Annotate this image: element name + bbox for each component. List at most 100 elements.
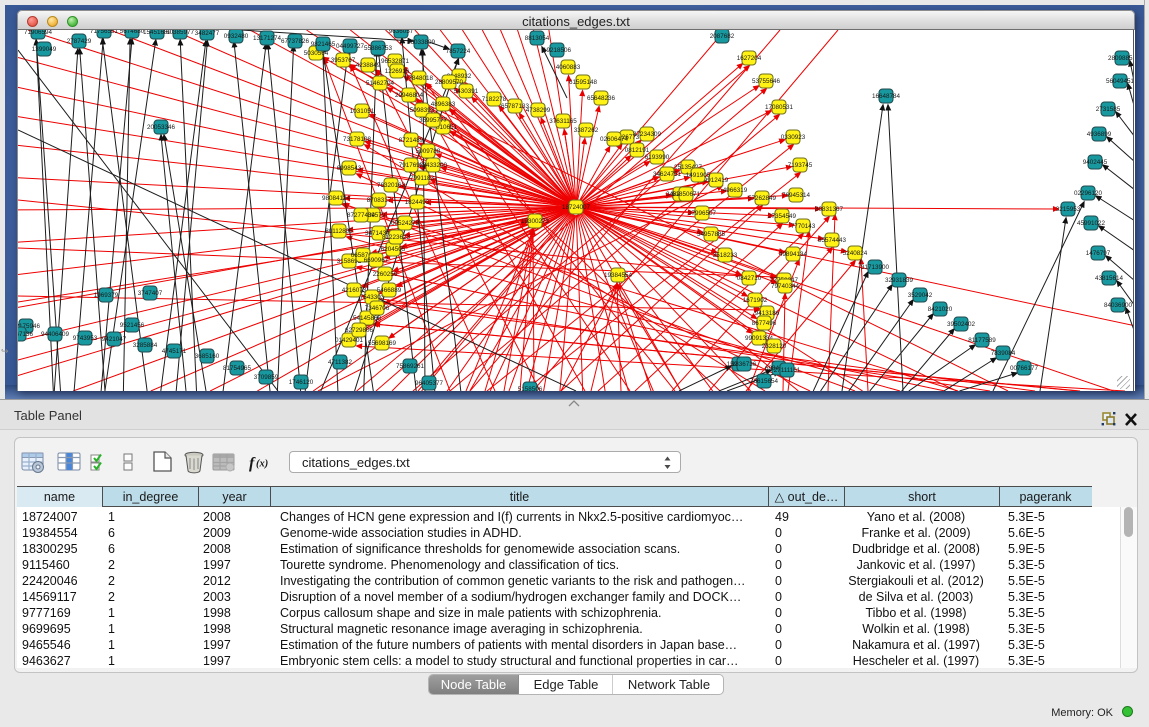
svg-text:01429401: 01429401 [335, 337, 364, 344]
svg-text:28098851: 28098851 [1108, 55, 1134, 62]
svg-text:8677496: 8677496 [752, 320, 777, 327]
svg-text:3387262: 3387262 [574, 127, 599, 134]
svg-text:1627204: 1627204 [737, 55, 762, 62]
svg-text:34624751: 34624751 [653, 171, 682, 178]
svg-text:45991022: 45991022 [1077, 220, 1106, 227]
svg-text:3747407: 3747407 [138, 290, 163, 297]
svg-text:34957885: 34957885 [697, 231, 726, 238]
svg-text:4060883: 4060883 [556, 64, 581, 71]
svg-text:71906594: 71906594 [24, 30, 53, 36]
svg-text:80831367: 80831367 [815, 206, 844, 213]
svg-text:51850671: 51850671 [672, 191, 701, 198]
svg-text:74367136: 74367136 [18, 331, 33, 338]
svg-text:67737826: 67737826 [281, 38, 310, 45]
svg-text:55698169: 55698169 [368, 340, 397, 347]
svg-text:7991183: 7991183 [410, 175, 435, 182]
svg-text:96405377: 96405377 [415, 380, 444, 387]
svg-text:4738299: 4738299 [526, 107, 551, 114]
svg-text:5430391: 5430391 [454, 88, 479, 95]
svg-text:7839084: 7839084 [991, 350, 1016, 357]
svg-text:1476797: 1476797 [1086, 250, 1111, 257]
svg-text:5466889: 5466889 [377, 287, 402, 294]
svg-text:4238849: 4238849 [356, 62, 381, 69]
svg-text:5158506: 5158506 [518, 386, 543, 391]
svg-text:6998543: 6998543 [337, 165, 362, 172]
svg-text:3215953: 3215953 [1056, 206, 1081, 213]
svg-text:81223623: 81223623 [382, 234, 411, 241]
svg-text:2731585: 2731585 [1096, 106, 1121, 113]
svg-text:55886753: 55886753 [364, 45, 393, 52]
svg-text:3285884: 3285884 [133, 342, 158, 349]
svg-text:1491905: 1491905 [686, 172, 711, 179]
svg-text:f: f [249, 455, 256, 472]
svg-text:49894134: 49894134 [779, 251, 808, 258]
svg-text:02296120: 02296120 [1074, 190, 1103, 197]
svg-text:3482477: 3482477 [195, 30, 220, 37]
svg-text:62729806: 62729806 [345, 327, 374, 334]
svg-text:29946804: 29946804 [395, 92, 424, 99]
svg-text:54145868: 54145868 [353, 315, 382, 322]
svg-text:5240824: 5240824 [843, 250, 868, 257]
svg-text:8708317: 8708317 [367, 197, 392, 204]
svg-text:7543303: 7543303 [360, 294, 385, 301]
svg-text:65648236: 65648236 [587, 95, 616, 102]
svg-text:6690967: 6690967 [364, 257, 389, 264]
svg-text:9743953: 9743953 [73, 335, 98, 342]
svg-text:4966319: 4966319 [723, 187, 748, 194]
svg-text:5674680: 5674680 [120, 30, 145, 35]
svg-text:57262849: 57262849 [748, 195, 777, 202]
svg-text:7770143: 7770143 [791, 223, 816, 230]
svg-text:(x): (x) [256, 459, 268, 470]
svg-text:76945314: 76945314 [782, 192, 811, 199]
svg-text:8813054: 8813054 [525, 35, 550, 42]
svg-text:4745171: 4745171 [162, 348, 187, 355]
svg-text:53755646: 53755646 [752, 78, 781, 85]
svg-text:18724007: 18724007 [562, 204, 591, 211]
svg-text:2787429: 2787429 [67, 38, 92, 45]
svg-text:3685160: 3685160 [195, 353, 220, 360]
svg-text:7193745: 7193745 [788, 162, 813, 169]
svg-text:9402445: 9402445 [1083, 159, 1108, 166]
svg-text:7346706: 7346706 [365, 305, 390, 312]
svg-text:73178108: 73178108 [343, 136, 372, 143]
svg-text:20053346: 20053346 [147, 124, 176, 131]
svg-text:80112805: 80112805 [325, 228, 353, 235]
svg-text:7917693: 7917693 [399, 162, 424, 169]
svg-text:1031051: 1031051 [350, 108, 375, 115]
svg-text:2328120: 2328120 [762, 343, 787, 350]
svg-text:56049451: 56049451 [1106, 78, 1134, 85]
svg-text:19384554: 19384554 [604, 272, 633, 279]
svg-text:5009788: 5009788 [416, 148, 441, 155]
svg-text:8721489: 8721489 [399, 137, 424, 144]
svg-text:2087682: 2087682 [710, 33, 735, 40]
svg-text:76615654: 76615654 [750, 378, 779, 385]
svg-text:0330923: 0330923 [781, 134, 806, 141]
svg-text:0812191: 0812191 [625, 147, 650, 154]
svg-text:00524278: 00524278 [391, 220, 420, 227]
svg-text:3709859: 3709859 [254, 374, 279, 381]
svg-text:4216073: 4216073 [342, 287, 367, 294]
svg-text:1836736: 1836736 [732, 361, 757, 368]
svg-text:43815614: 43815614 [1095, 275, 1124, 282]
svg-text:4711382: 4711382 [328, 359, 353, 366]
svg-text:7182278: 7182278 [482, 96, 507, 103]
svg-text:13171274: 13171274 [253, 35, 282, 42]
svg-text:1671902: 1671902 [743, 297, 768, 304]
svg-text:1226916: 1226916 [385, 68, 410, 75]
svg-text:37631165: 37631165 [549, 118, 577, 125]
svg-text:3953767: 3953767 [331, 57, 356, 64]
svg-text:7857224: 7857224 [446, 48, 471, 55]
svg-text:32931839: 32931839 [885, 277, 914, 284]
svg-text:9821465: 9821465 [311, 41, 336, 48]
svg-text:76320163: 76320163 [377, 182, 406, 189]
svg-text:6193990: 6193990 [645, 154, 670, 161]
svg-text:94406409: 94406409 [41, 331, 70, 338]
svg-text:0932480: 0932480 [224, 33, 249, 40]
svg-text:98084124: 98084124 [322, 195, 351, 202]
svg-text:36995777: 36995777 [419, 117, 448, 124]
svg-text:4936899: 4936899 [1087, 131, 1112, 138]
svg-text:1824493: 1824493 [405, 199, 430, 206]
svg-text:9421047: 9421047 [102, 336, 127, 343]
svg-text:79740344: 79740344 [771, 283, 800, 290]
svg-text:19300273: 19300273 [521, 218, 550, 225]
